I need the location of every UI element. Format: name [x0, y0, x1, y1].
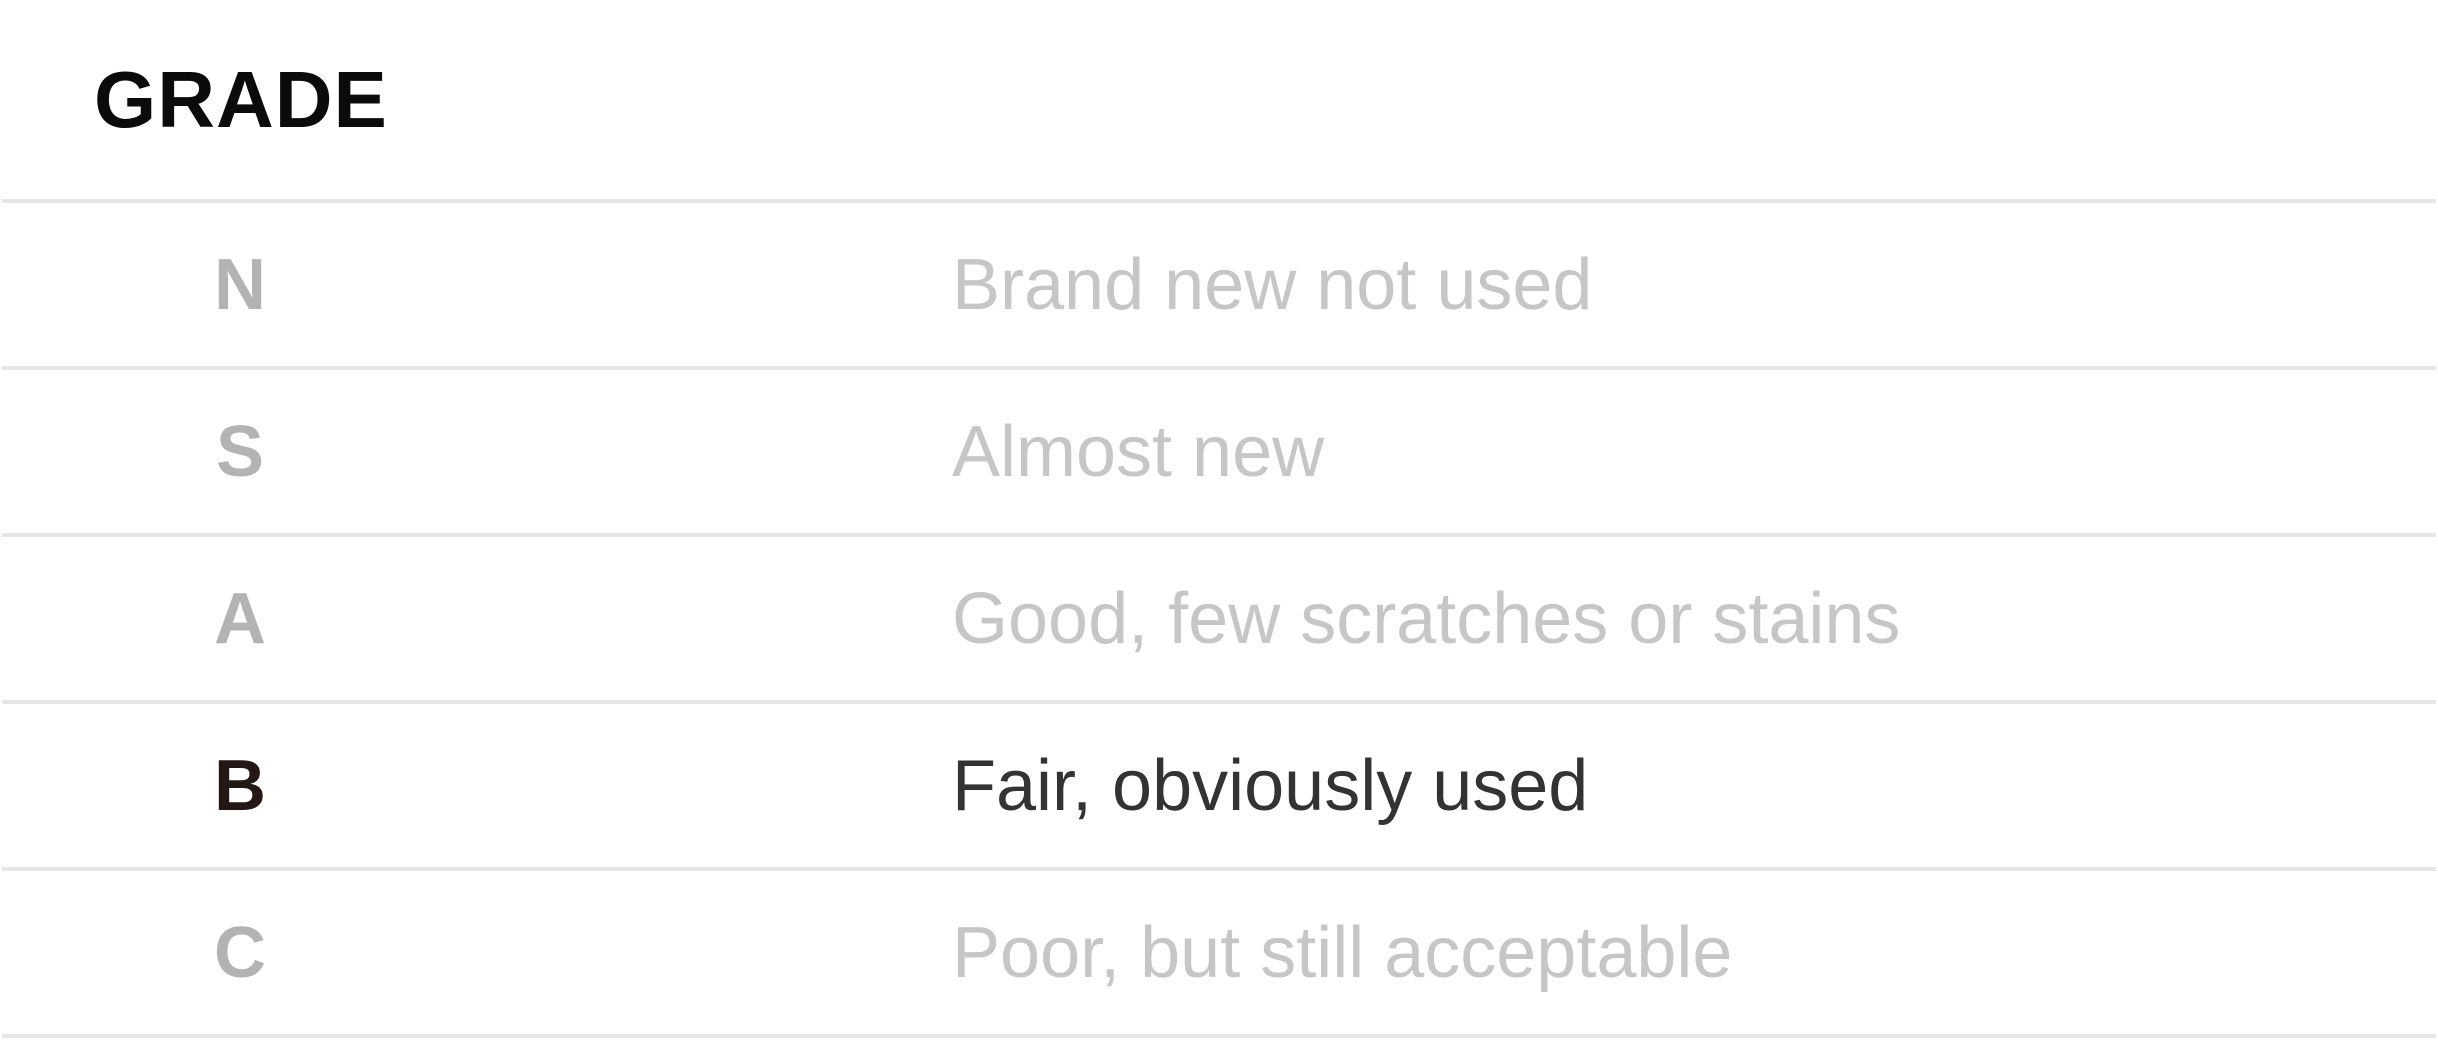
grade-description: Fair, obviously used: [952, 745, 1589, 826]
grade-description: Good, few scratches or stains: [952, 578, 1901, 659]
grade-table: N Brand new not used S Almost new A Good…: [2, 199, 2436, 1038]
grade-description: Almost new: [952, 411, 1325, 492]
grade-letter: C: [214, 912, 266, 993]
grade-letter: N: [214, 244, 266, 325]
grade-letter: S: [215, 411, 265, 492]
grade-panel: GRADE N Brand new not used S Almost new …: [0, 0, 2438, 1042]
grade-row-s[interactable]: S Almost new: [2, 366, 2436, 533]
grade-row-a[interactable]: A Good, few scratches or stains: [2, 533, 2436, 700]
grade-row-n[interactable]: N Brand new not used: [2, 199, 2436, 366]
grade-letter: A: [214, 578, 266, 659]
grade-description: Brand new not used: [952, 244, 1593, 325]
grade-title: GRADE: [94, 55, 388, 144]
grade-description: Poor, but still acceptable: [952, 912, 1733, 993]
grade-row-c[interactable]: C Poor, but still acceptable: [2, 867, 2436, 1038]
grade-letter: B: [214, 745, 266, 826]
grade-row-b[interactable]: B Fair, obviously used: [2, 700, 2436, 867]
